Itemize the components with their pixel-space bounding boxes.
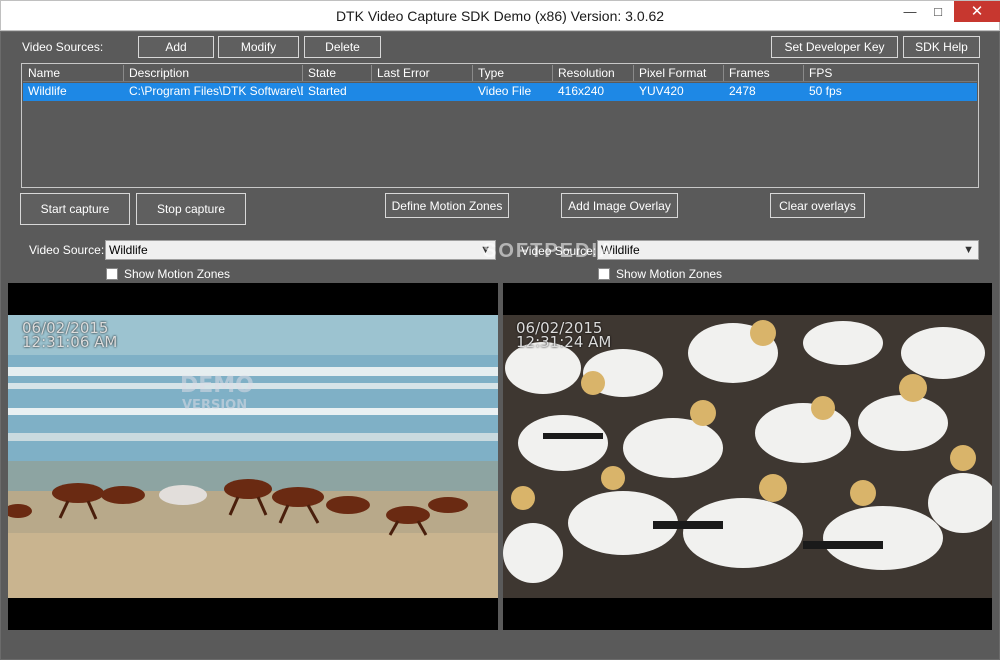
left-video-source-label: Video Source: bbox=[29, 243, 105, 257]
clear-overlays-button[interactable]: Clear overlays bbox=[770, 193, 865, 218]
stop-capture-button[interactable]: Stop capture bbox=[136, 193, 246, 225]
define-motion-zones-button[interactable]: Define Motion Zones bbox=[385, 193, 509, 218]
column-pixel-format[interactable]: Pixel Format bbox=[634, 65, 724, 81]
left-show-motion-zones-label: Show Motion Zones bbox=[124, 267, 231, 281]
right-video-preview[interactable]: 06/02/2015 12:31:24 AM bbox=[503, 283, 992, 630]
left-time-text: 12:31:06 AM bbox=[22, 333, 118, 351]
right-time-text: 12:31:24 AM bbox=[516, 333, 612, 351]
column-resolution[interactable]: Resolution bbox=[553, 65, 634, 81]
demo-watermark: DEMO bbox=[180, 373, 254, 398]
minimize-button[interactable]: — bbox=[896, 1, 924, 22]
start-capture-button[interactable]: Start capture bbox=[20, 193, 130, 225]
cell-frames: 2478 bbox=[729, 84, 756, 98]
window-title: DTK Video Capture SDK Demo (x86) Version… bbox=[335, 8, 665, 24]
title-bar: DTK Video Capture SDK Demo (x86) Version… bbox=[0, 0, 1000, 31]
maximize-button[interactable]: □ bbox=[924, 1, 952, 22]
left-show-motion-zones-checkbox[interactable] bbox=[106, 268, 118, 280]
close-button[interactable]: ✕ bbox=[954, 1, 1000, 22]
sdk-help-button[interactable]: SDK Help bbox=[903, 36, 980, 58]
column-description[interactable]: Description bbox=[124, 65, 303, 81]
left-video-source-value: Wildlife bbox=[109, 243, 148, 257]
left-video-source-select[interactable]: Wildlife ▼ bbox=[105, 240, 496, 260]
right-show-motion-zones-label: Show Motion Zones bbox=[616, 267, 723, 281]
cell-type: Video File bbox=[478, 84, 532, 98]
cell-name: Wildlife bbox=[28, 84, 67, 98]
cell-resolution: 416x240 bbox=[558, 84, 605, 98]
softpedia-watermark: SOFTPEDIA bbox=[483, 240, 616, 262]
column-state[interactable]: State bbox=[303, 65, 372, 81]
video-sources-table[interactable]: Name Description State Last Error Type R… bbox=[21, 63, 979, 188]
cell-description: C:\Program Files\DTK Software\D... bbox=[129, 84, 303, 98]
column-last-error[interactable]: Last Error bbox=[372, 65, 473, 81]
right-date-overlay: 06/02/2015 12:31:24 AM bbox=[516, 321, 612, 351]
add-image-overlay-button[interactable]: Add Image Overlay bbox=[561, 193, 678, 218]
column-fps[interactable]: FPS bbox=[804, 65, 978, 81]
table-row[interactable]: Wildlife C:\Program Files\DTK Software\D… bbox=[23, 83, 977, 101]
table-header: Name Description State Last Error Type R… bbox=[23, 65, 977, 82]
cell-fps: 50 fps bbox=[809, 84, 842, 98]
right-show-motion-zones-checkbox[interactable] bbox=[598, 268, 610, 280]
version-watermark: VERSION bbox=[182, 398, 248, 413]
column-type[interactable]: Type bbox=[473, 65, 553, 81]
cell-state: Started bbox=[308, 84, 347, 98]
column-frames[interactable]: Frames bbox=[724, 65, 804, 81]
cell-last-error bbox=[372, 83, 473, 101]
left-video-preview[interactable]: 06/02/2015 12:31:06 AM DEMO VERSION bbox=[8, 283, 498, 630]
video-sources-label: Video Sources: bbox=[22, 40, 104, 54]
left-date-overlay: 06/02/2015 12:31:06 AM bbox=[22, 321, 118, 351]
chevron-down-icon: ▼ bbox=[963, 244, 974, 256]
add-button[interactable]: Add bbox=[138, 36, 214, 58]
modify-button[interactable]: Modify bbox=[218, 36, 299, 58]
right-video-source-select[interactable]: Wildlife ▼ bbox=[597, 240, 979, 260]
cell-pixel-format: YUV420 bbox=[639, 84, 684, 98]
column-name[interactable]: Name bbox=[23, 65, 124, 81]
set-developer-key-button[interactable]: Set Developer Key bbox=[771, 36, 898, 58]
delete-button[interactable]: Delete bbox=[304, 36, 381, 58]
